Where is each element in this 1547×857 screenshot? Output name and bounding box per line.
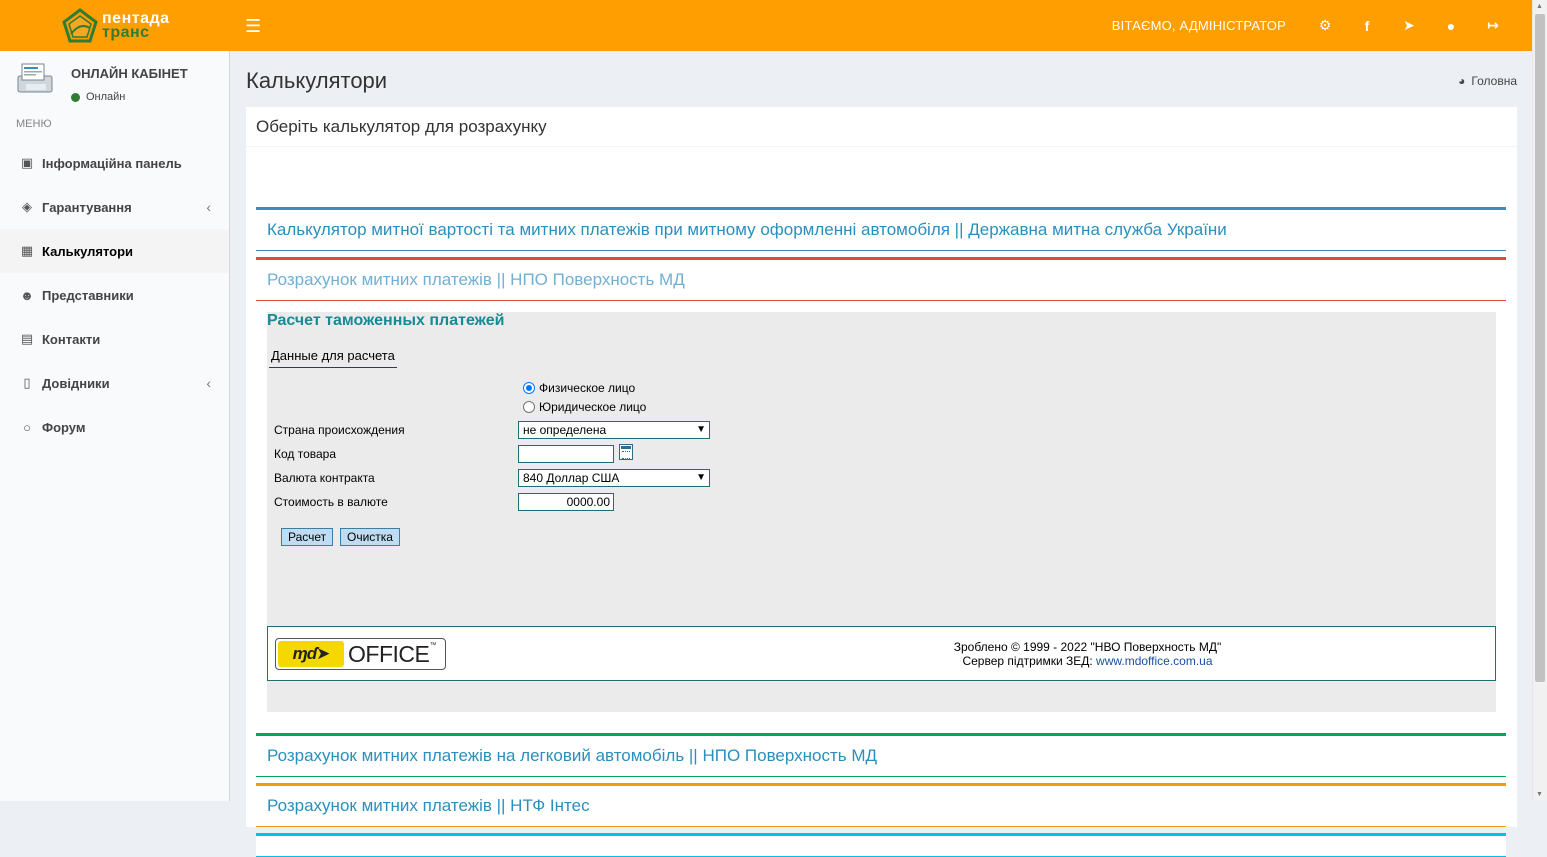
brand-name: пентада транс <box>102 10 170 41</box>
user-name: ОНЛАЙН КАБІНЕТ <box>71 66 188 81</box>
currency-label: Валюта контракта <box>274 471 375 485</box>
sidebar-item-label: Гарантування <box>42 199 132 215</box>
calculator-icon: ▦ <box>20 243 34 258</box>
cogs-icon[interactable]: ⚙ <box>1304 17 1346 34</box>
sidebar: ОНЛАЙН КАБІНЕТ Онлайн МЕНЮ ▣ Інформаційн… <box>0 51 230 801</box>
breadcrumb-home[interactable]: Головна <box>1471 74 1517 88</box>
radio-button[interactable] <box>523 401 535 413</box>
cost-input[interactable]: 0000.00 <box>518 493 614 511</box>
brand-line2: транс <box>102 23 150 41</box>
panel-title-link[interactable]: Розрахунок митних платежів || НТФ Інтес <box>256 786 1506 826</box>
dashboard-icon: ◕ <box>1458 74 1466 88</box>
sidebar-item-label: Калькулятори <box>42 243 134 259</box>
sidebar-item-contacts[interactable]: ▤ Контакти <box>0 317 229 361</box>
cost-label: Стоимость в валюте <box>274 495 388 509</box>
sidebar-item-label: Інформаційна панель <box>42 155 182 171</box>
avatar <box>17 63 53 93</box>
globe-icon[interactable]: ● <box>1430 18 1472 34</box>
welcome-text: ВІТАЄМО, АДМІНІСТРАТОР <box>1111 18 1286 33</box>
radio-button-checked[interactable] <box>523 382 535 394</box>
box-title: Оберіть калькулятор для розрахунку <box>246 107 1517 147</box>
shield-icon: ◈ <box>22 199 32 214</box>
user-panel: ОНЛАЙН КАБІНЕТ Онлайн <box>0 51 229 111</box>
sidebar-item-calculators[interactable]: ▦ Калькулятори <box>0 229 229 273</box>
footer-copyright: Зроблено © 1999 - 2022 "НВО Поверхность … <box>953 640 1222 654</box>
chevron-down-icon: ▼ <box>696 472 706 483</box>
radio-legal-entity[interactable]: Юридическое лицо <box>523 400 646 414</box>
calculator-panel-customs-service: Калькулятор митної вартості та митних пл… <box>256 207 1506 251</box>
sidebar-item-directories[interactable]: ▯ Довідники ‹ <box>0 361 229 405</box>
facebook-icon[interactable]: f <box>1346 18 1388 34</box>
calculator-footer: ɱɗ➤ OFFICE ™ Зроблено © 1999 - 2022 "НВО… <box>267 626 1496 681</box>
scroll-up-icon[interactable]: ▲ <box>1536 3 1543 10</box>
clear-button[interactable]: Очистка <box>340 528 400 546</box>
sidebar-item-dashboard[interactable]: ▣ Інформаційна панель <box>0 141 229 185</box>
country-label: Страна происхождения <box>274 423 405 437</box>
menu-header: МЕНЮ <box>16 118 52 130</box>
sidebar-item-forum[interactable]: ○ Форум <box>0 405 229 449</box>
panel-title-link[interactable]: Розрахунок митних платежів || НПО Поверх… <box>256 260 1506 300</box>
product-code-label: Код товара <box>274 447 337 461</box>
user-status-label: Онлайн <box>86 91 126 103</box>
panel-title-link[interactable]: Калькулятор митної вартості та митних пл… <box>256 210 1506 250</box>
sidebar-item-label: Довідники <box>42 375 110 391</box>
radio-label: Юридическое лицо <box>539 400 647 414</box>
scrollbar-thumb[interactable] <box>1535 14 1545 682</box>
sidebar-item-label: Контакти <box>42 331 101 347</box>
telegram-icon[interactable]: ➤ <box>1388 17 1430 34</box>
calculator-panel-intes: Розрахунок митних платежів || НТФ Інтес <box>256 783 1506 827</box>
calculator-heading: Расчет таможенных платежей <box>267 312 505 329</box>
scroll-down-icon[interactable]: ▼ <box>1536 791 1543 798</box>
radio-label: Физическое лицо <box>539 381 636 395</box>
chevron-left-icon: ‹ <box>206 199 211 215</box>
pentagon-logo-icon <box>62 7 98 42</box>
top-navbar: пентада транс ☰ ВІТАЄМО, АДМІНІСТРАТОР ⚙… <box>0 0 1532 51</box>
radio-physical-person[interactable]: Физическое лицо <box>523 381 635 395</box>
embedded-calculator-frame: Расчет таможенных платежей Данные для ра… <box>267 312 1496 712</box>
calculator-panel-passenger-car: Розрахунок митних платежів на легковий а… <box>256 733 1506 777</box>
footer-support-label: Сервер підтримки ЗЕД: <box>962 654 1097 668</box>
calculators-box: Оберіть калькулятор для розрахунку Кальк… <box>246 107 1517 857</box>
tab-calc-data[interactable]: Данные для расчета <box>269 346 397 368</box>
desktop-icon: ▣ <box>20 155 34 170</box>
footer-support: Сервер підтримки ЗЕД: www.mdoffice.com.u… <box>678 654 1497 668</box>
book-icon: ▯ <box>23 375 31 390</box>
classifier-lookup-icon[interactable] <box>619 444 633 460</box>
address-book-icon: ▤ <box>20 331 34 346</box>
footer-support-link[interactable]: www.mdoffice.com.ua <box>1096 654 1213 668</box>
sidebar-item-guarantee[interactable]: ◈ Гарантування ‹ <box>0 185 229 229</box>
chevron-down-icon: ▼ <box>696 424 706 435</box>
panel-title-link[interactable] <box>256 836 1506 856</box>
currency-select[interactable]: 840 Доллар США ▼ <box>518 469 710 487</box>
calculate-button[interactable]: Расчет <box>281 528 334 546</box>
main-content: Калькулятори ◕ Головна Оберіть калькулято… <box>231 51 1532 857</box>
chevron-left-icon: ‹ <box>206 375 211 391</box>
country-select[interactable]: не определена ▼ <box>518 421 710 439</box>
comments-icon: ○ <box>23 419 31 435</box>
sidebar-item-label: Форум <box>42 419 86 435</box>
hamburger-icon[interactable]: ☰ <box>245 16 261 37</box>
page-scrollbar[interactable]: ▲ ▼ <box>1532 0 1547 801</box>
page-title: Калькулятори <box>246 68 388 93</box>
sidebar-item-representatives[interactable]: ☻ Представники <box>0 273 229 317</box>
brand-logo[interactable]: пентада транс <box>0 0 230 51</box>
user-status: Онлайн <box>71 91 125 103</box>
panel-title-link[interactable]: Розрахунок митних платежів на легковий а… <box>256 736 1506 776</box>
navbar-right: ВІТАЄМО, АДМІНІСТРАТОР ⚙ f ➤ ● ↦ <box>1112 0 1514 51</box>
online-dot-icon <box>71 92 80 102</box>
breadcrumb[interactable]: ◕ Головна <box>1458 74 1517 88</box>
calculator-panel-poverhnost: Розрахунок митних платежів || НПО Поверх… <box>256 257 1506 301</box>
product-code-input[interactable] <box>518 445 614 463</box>
currency-select-value: 840 Доллар США <box>523 471 620 485</box>
country-select-value: не определена <box>523 423 607 437</box>
sign-out-icon[interactable]: ↦ <box>1472 17 1514 34</box>
users-icon: ☻ <box>20 287 34 303</box>
footer-text: Зроблено © 1999 - 2022 "НВО Поверхность … <box>268 640 1497 668</box>
calculator-panel-next <box>256 833 1506 857</box>
sidebar-item-label: Представники <box>42 287 134 303</box>
